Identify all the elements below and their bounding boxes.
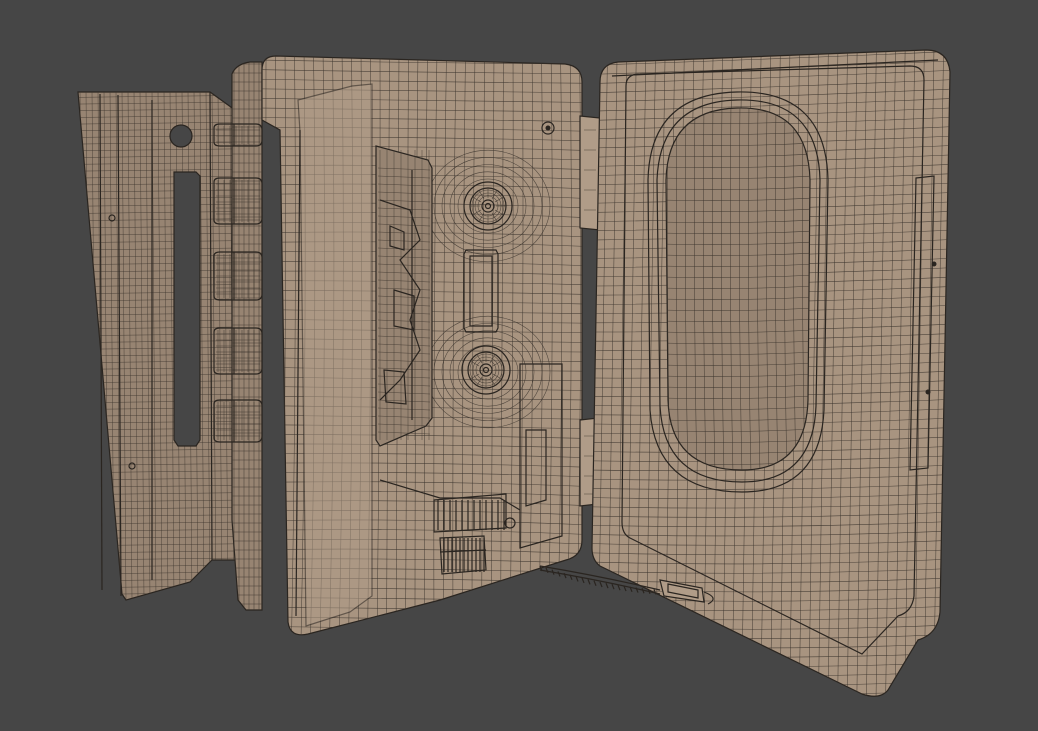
cassette-player-wireframe-render (77, 49, 951, 697)
panel-slot (173, 171, 201, 447)
left-side-panel (77, 91, 245, 601)
panel-strap-hole (169, 124, 193, 148)
back-shell-edge (231, 61, 263, 611)
cassette-deck-body (261, 55, 583, 636)
open-door-lid (539, 49, 951, 697)
3d-viewport[interactable] (0, 0, 1038, 731)
lid-window-inner (665, 107, 811, 471)
